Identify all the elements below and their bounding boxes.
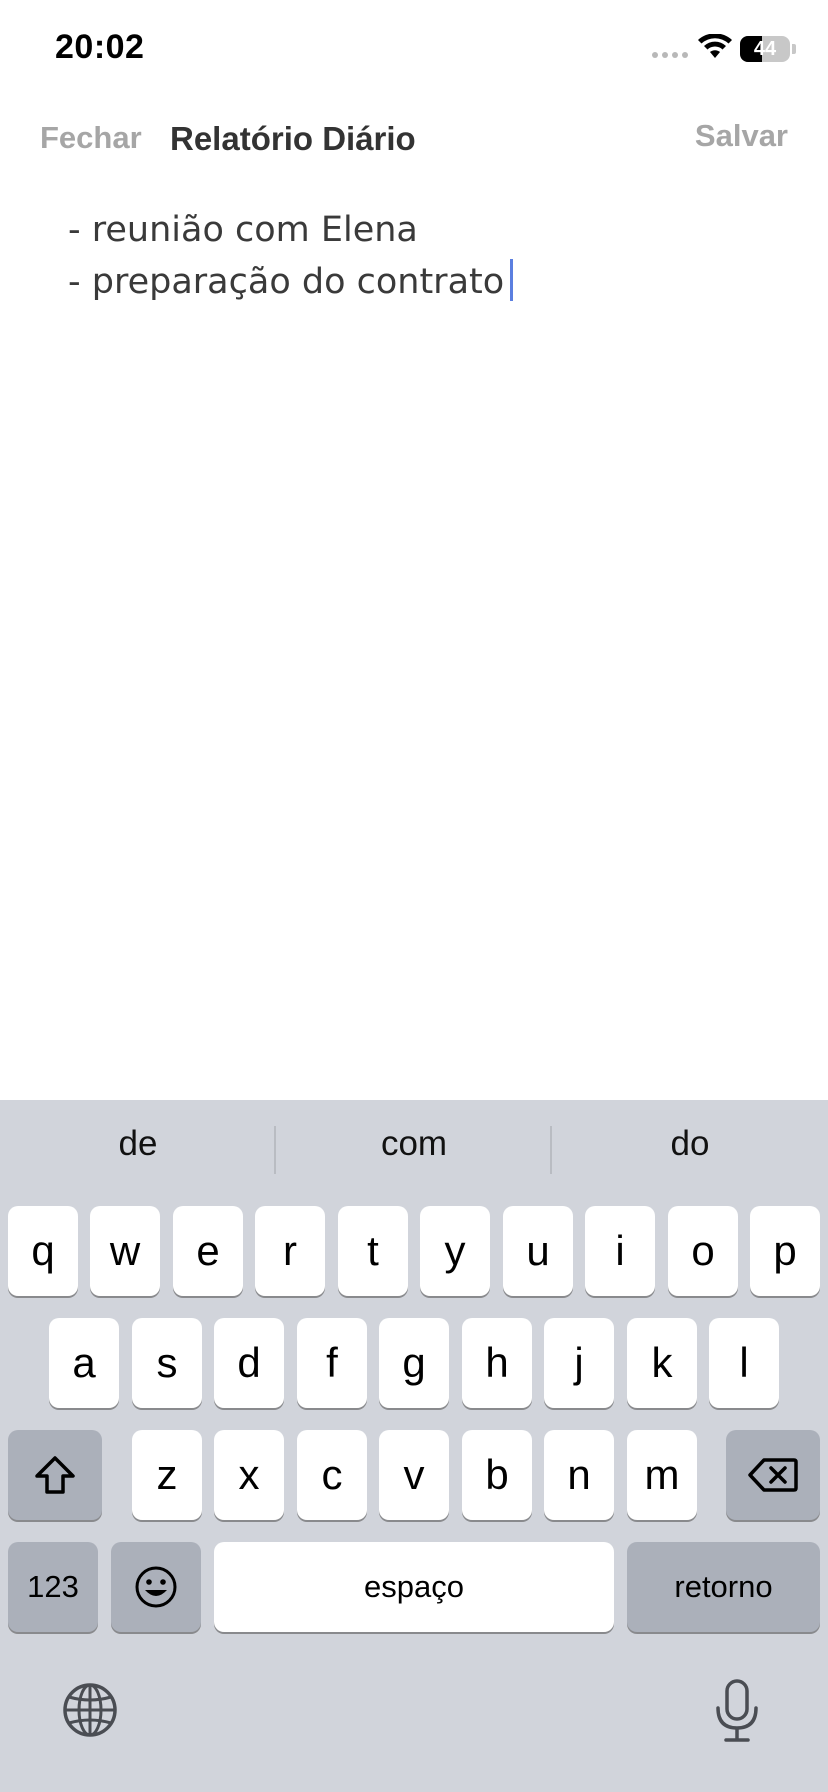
key-l[interactable]: l bbox=[709, 1318, 779, 1408]
key-c[interactable]: c bbox=[297, 1430, 367, 1520]
cellular-signal-icon bbox=[652, 52, 688, 58]
key-a[interactable]: a bbox=[49, 1318, 119, 1408]
key-i[interactable]: i bbox=[585, 1206, 655, 1296]
backspace-key[interactable] bbox=[726, 1430, 820, 1520]
numbers-key[interactable]: 123 bbox=[8, 1542, 98, 1632]
save-button[interactable]: Salvar bbox=[695, 118, 788, 154]
key-s[interactable]: s bbox=[132, 1318, 202, 1408]
page-title: Relatório Diário bbox=[170, 120, 416, 157]
emoji-key[interactable] bbox=[111, 1542, 201, 1632]
emoji-icon bbox=[135, 1566, 177, 1608]
key-r[interactable]: r bbox=[255, 1206, 325, 1296]
keyboard: de com do q w e r t y u i o p a s d f g … bbox=[0, 1100, 828, 1792]
status-time: 20:02 bbox=[55, 28, 145, 66]
status-bar: 20:02 44 bbox=[0, 0, 828, 96]
return-key[interactable]: retorno bbox=[627, 1542, 820, 1632]
key-b[interactable]: b bbox=[462, 1430, 532, 1520]
key-f[interactable]: f bbox=[297, 1318, 367, 1408]
editor-line-text: - preparação do contrato bbox=[68, 262, 505, 302]
wifi-icon bbox=[698, 34, 732, 58]
key-v[interactable]: v bbox=[379, 1430, 449, 1520]
suggestion-bar: de com do bbox=[0, 1100, 828, 1200]
nav-bar: Fechar Relatório Diário Salvar bbox=[0, 100, 828, 180]
report-text-editor[interactable]: - reunião com Elena - preparação do cont… bbox=[0, 200, 828, 1090]
key-x[interactable]: x bbox=[214, 1430, 284, 1520]
key-d[interactable]: d bbox=[214, 1318, 284, 1408]
battery-level: 44 bbox=[753, 38, 777, 60]
suggestion-item[interactable]: do bbox=[552, 1124, 828, 1164]
key-m[interactable]: m bbox=[627, 1430, 697, 1520]
key-g[interactable]: g bbox=[379, 1318, 449, 1408]
shift-icon bbox=[35, 1456, 75, 1494]
editor-line: - preparação do contrato bbox=[68, 256, 828, 308]
shift-key[interactable] bbox=[8, 1430, 102, 1520]
suggestion-item[interactable]: de bbox=[0, 1124, 276, 1164]
microphone-icon[interactable] bbox=[712, 1678, 762, 1744]
key-h[interactable]: h bbox=[462, 1318, 532, 1408]
key-y[interactable]: y bbox=[420, 1206, 490, 1296]
space-key[interactable]: espaço bbox=[214, 1542, 614, 1632]
key-w[interactable]: w bbox=[90, 1206, 160, 1296]
key-o[interactable]: o bbox=[668, 1206, 738, 1296]
key-j[interactable]: j bbox=[544, 1318, 614, 1408]
key-u[interactable]: u bbox=[503, 1206, 573, 1296]
close-button[interactable]: Fechar bbox=[40, 120, 142, 156]
key-z[interactable]: z bbox=[132, 1430, 202, 1520]
battery-tip bbox=[792, 44, 796, 54]
key-k[interactable]: k bbox=[627, 1318, 697, 1408]
backspace-icon bbox=[748, 1458, 798, 1492]
globe-icon[interactable] bbox=[62, 1682, 118, 1738]
key-e[interactable]: e bbox=[173, 1206, 243, 1296]
suggestion-item[interactable]: com bbox=[276, 1124, 552, 1164]
key-t[interactable]: t bbox=[338, 1206, 408, 1296]
editor-line: - reunião com Elena bbox=[68, 210, 418, 250]
text-caret bbox=[510, 259, 514, 301]
key-n[interactable]: n bbox=[544, 1430, 614, 1520]
battery-icon: 44 bbox=[740, 36, 790, 62]
key-p[interactable]: p bbox=[750, 1206, 820, 1296]
key-q[interactable]: q bbox=[8, 1206, 78, 1296]
